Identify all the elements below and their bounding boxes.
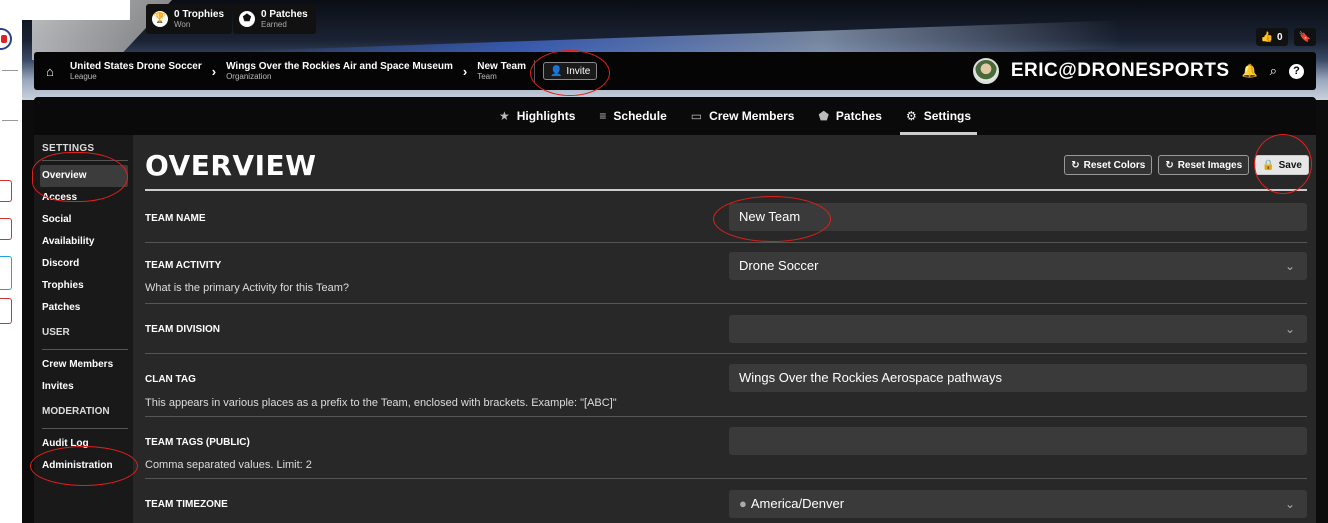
gear-icon: ⚙ bbox=[905, 109, 917, 123]
add-user-icon: 👤 bbox=[549, 65, 563, 77]
sidebar-item-overview[interactable]: Overview bbox=[40, 165, 128, 187]
search-icon[interactable]: ⌕ bbox=[1270, 63, 1277, 79]
chevron-down-icon: ⌄ bbox=[1284, 259, 1295, 273]
divider bbox=[2, 120, 18, 121]
field-label: TEAM NAME bbox=[145, 213, 206, 224]
avatar[interactable] bbox=[972, 58, 999, 84]
side-tab[interactable] bbox=[0, 218, 12, 240]
form-row-team-timezone: TEAM TIMEZONE ● America/Denver ⌄ bbox=[145, 479, 1307, 523]
trophy-icon: 🏆 bbox=[152, 11, 168, 27]
trophies-stat: 🏆 0 Trophies Won bbox=[146, 4, 233, 34]
star-icon: ★ bbox=[498, 109, 510, 123]
field-label: TEAM TAGS (PUBLIC) bbox=[145, 437, 250, 448]
list-icon: ≡ bbox=[599, 109, 607, 123]
page-title: OVERVIEW bbox=[145, 149, 317, 182]
lock-icon: 🔒 bbox=[1262, 159, 1275, 171]
form-row-clan-tag: CLAN TAG This appears in various places … bbox=[145, 354, 1307, 417]
tab-crew-members[interactable]: ▭ Crew Members bbox=[691, 97, 795, 135]
sidebar-heading-moderation: MODERATION bbox=[42, 406, 110, 417]
invite-button[interactable]: 👤 Invite bbox=[542, 62, 598, 80]
username[interactable]: ERIC@DRONESPORTS bbox=[1011, 60, 1230, 82]
sidebar-item-trophies[interactable]: Trophies bbox=[42, 275, 133, 297]
sidebar-item-discord[interactable]: Discord bbox=[42, 253, 133, 275]
field-label: TEAM ACTIVITY bbox=[145, 260, 222, 271]
bookmark-icon: 🔖 bbox=[1298, 31, 1311, 43]
chevron-right-icon: › bbox=[211, 63, 217, 79]
field-help: This appears in various places as a pref… bbox=[145, 397, 617, 409]
clan-tag-input[interactable]: Wings Over the Rockies Aerospace pathway… bbox=[729, 364, 1307, 392]
tab-patches[interactable]: ⬟ Patches bbox=[818, 97, 881, 135]
like-button[interactable]: 👍 0 bbox=[1255, 28, 1288, 46]
team-division-select[interactable]: ⌄ bbox=[729, 315, 1307, 343]
team-timezone-select[interactable]: ● America/Denver ⌄ bbox=[729, 490, 1307, 518]
chevron-down-icon: ⌄ bbox=[1284, 322, 1295, 336]
field-label: TEAM DIVISION bbox=[145, 324, 221, 335]
sidebar-item-administration[interactable]: Administration bbox=[42, 455, 133, 477]
form-row-team-name: TEAM NAME New Team bbox=[145, 195, 1307, 243]
field-help: Comma separated values. Limit: 2 bbox=[145, 459, 312, 471]
tab-highlights[interactable]: ★ Highlights bbox=[499, 97, 575, 135]
globe-icon: ● bbox=[739, 496, 747, 511]
reset-icon: ↻ bbox=[1165, 159, 1174, 171]
top-navbar: ⌂ United States Drone Soccer League › Wi… bbox=[34, 52, 1316, 90]
divider bbox=[533, 60, 535, 82]
form-row-team-activity: TEAM ACTIVITY What is the primary Activi… bbox=[145, 243, 1307, 304]
reset-images-button[interactable]: ↻ Reset Images bbox=[1158, 155, 1250, 175]
field-label: CLAN TAG bbox=[145, 374, 196, 385]
divider bbox=[145, 189, 1307, 191]
shield-icon: ⬟ bbox=[239, 11, 255, 27]
breadcrumb-league[interactable]: United States Drone Soccer League bbox=[70, 61, 202, 81]
field-help: What is the primary Activity for this Te… bbox=[145, 282, 349, 294]
breadcrumb-organization[interactable]: Wings Over the Rockies Air and Space Mus… bbox=[226, 61, 453, 81]
sidebar-item-access[interactable]: Access bbox=[42, 187, 133, 209]
sidebar-heading-settings: SETTINGS bbox=[42, 143, 95, 154]
team-activity-select[interactable]: Drone Soccer ⌄ bbox=[729, 252, 1307, 280]
thumbs-up-icon: 👍 bbox=[1260, 31, 1273, 43]
sidebar-heading-user: USER bbox=[42, 327, 70, 338]
patches-stat: ⬟ 0 Patches Earned bbox=[233, 4, 316, 34]
app-window: 🏆 0 Trophies Won ⬟ 0 Patches Earned 👍 0 🔖 ⌂… bbox=[22, 0, 1328, 523]
divider bbox=[2, 70, 18, 71]
settings-content: OVERVIEW ↻ Reset Colors ↻ Reset Images 🔒 Sa… bbox=[133, 135, 1316, 523]
save-button[interactable]: 🔒 Save bbox=[1255, 155, 1309, 175]
side-tab-active[interactable] bbox=[0, 256, 12, 290]
chevron-down-icon: ⌄ bbox=[1284, 497, 1295, 511]
tab-schedule[interactable]: ≡ Schedule bbox=[599, 97, 666, 135]
shield-icon: ⬟ bbox=[818, 109, 829, 123]
side-tab[interactable] bbox=[0, 298, 12, 324]
breadcrumb-team[interactable]: New Team Team bbox=[477, 61, 526, 81]
tab-settings[interactable]: ⚙ Settings bbox=[899, 97, 978, 135]
bell-icon[interactable]: 🔔 bbox=[1242, 63, 1258, 79]
sidebar-item-patches[interactable]: Patches bbox=[42, 297, 133, 319]
sidebar-item-availability[interactable]: Availability bbox=[42, 231, 133, 253]
sidebar-item-crew-members[interactable]: Crew Members bbox=[42, 354, 133, 376]
form-row-team-tags: TEAM TAGS (PUBLIC) Comma separated value… bbox=[145, 417, 1307, 479]
team-name-input[interactable]: New Team bbox=[729, 203, 1307, 231]
sidebar-item-audit-log[interactable]: Audit Log bbox=[42, 433, 133, 455]
form-row-team-division: TEAM DIVISION ⌄ bbox=[145, 304, 1307, 354]
app-logo-icon[interactable] bbox=[0, 28, 12, 50]
help-icon[interactable]: ? bbox=[1289, 63, 1304, 79]
field-label: TEAM TIMEZONE bbox=[145, 499, 228, 510]
home-icon[interactable]: ⌂ bbox=[46, 64, 60, 79]
bookmark-button[interactable]: 🔖 bbox=[1293, 28, 1316, 46]
team-tags-input[interactable] bbox=[729, 427, 1307, 455]
sidebar-item-invites[interactable]: Invites bbox=[42, 376, 133, 398]
team-card: ★ Highlights ≡ Schedule ▭ Crew Members ⬟ Pat… bbox=[34, 97, 1316, 523]
reset-colors-button[interactable]: ↻ Reset Colors bbox=[1064, 155, 1153, 175]
tab-bar: ★ Highlights ≡ Schedule ▭ Crew Members ⬟ Pat… bbox=[34, 97, 1316, 135]
reset-icon: ↻ bbox=[1071, 159, 1080, 171]
side-tab[interactable] bbox=[0, 180, 12, 202]
browser-side-strip bbox=[0, 0, 22, 523]
chevron-right-icon: › bbox=[462, 63, 468, 79]
users-icon: ▭ bbox=[690, 109, 703, 123]
sidebar-item-social[interactable]: Social bbox=[42, 209, 133, 231]
settings-sidebar: SETTINGS Overview Access Social Availabi… bbox=[34, 135, 133, 523]
